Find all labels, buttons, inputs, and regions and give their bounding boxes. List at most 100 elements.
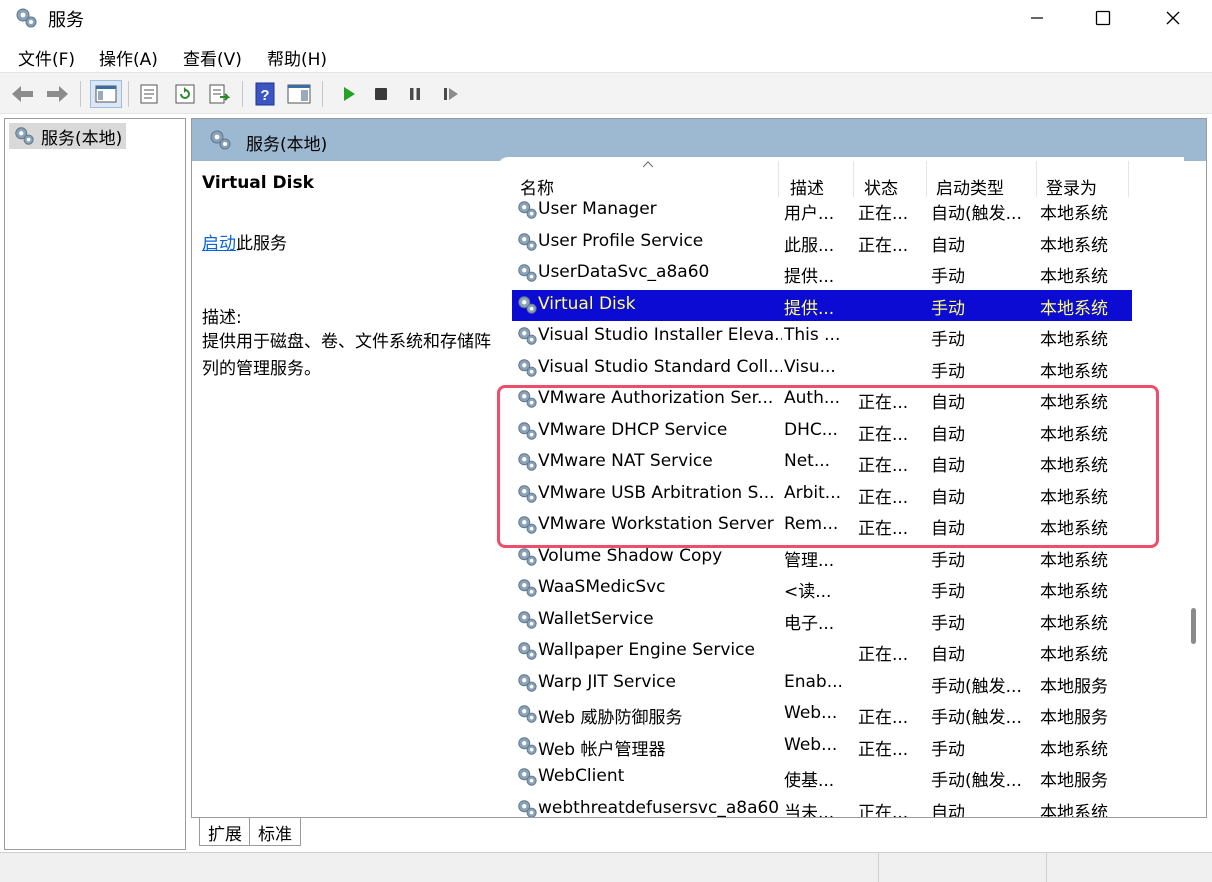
service-logon-as: 本地系统 [1040,235,1108,256]
service-row[interactable]: VMware DHCP Service DHC... 正在... 自动 本地系统 [512,416,1132,447]
status-bar [0,852,1212,882]
services-gear-icon [14,6,38,30]
action-suffix: 此服务 [236,234,287,254]
service-gear-icon [516,577,540,601]
services-list: 名称 描述 状态 启动类型 登录为 User Manager 用户... 正在...… [498,157,1184,817]
menu-file[interactable]: 文件(F) [18,45,75,70]
maximize-button[interactable] [1072,0,1134,36]
service-description: Web... [784,703,838,723]
help-icon[interactable]: ? [252,81,278,107]
service-gear-icon [516,357,540,381]
service-gear-icon [516,325,540,349]
service-description: Rem... [784,514,839,534]
service-row[interactable]: WalletService 电子... 手动 本地系统 [512,605,1132,636]
service-row[interactable]: Web 威胁防御服务 Web... 正在... 手动(触发... 本地服务 [512,699,1132,730]
pause-service-icon[interactable] [402,81,428,107]
pane-title: 服务(本地) [246,135,328,155]
back-icon[interactable] [10,81,36,107]
service-row[interactable]: VMware USB Arbitration S... Arbit... 正在...… [512,479,1132,510]
close-button[interactable] [1142,0,1204,36]
services-pane: 服务(本地) Virtual Disk 启动此服务 描述: 提供用于磁盘、卷、文… [191,118,1207,818]
stop-service-icon[interactable] [368,81,394,107]
start-service-icon[interactable] [336,81,362,107]
service-row[interactable]: VMware Workstation Server Rem... 正在... 自动 本地… [512,510,1132,541]
service-logon-as: 本地服务 [1040,676,1108,697]
tab-extended[interactable]: 扩展 [199,818,250,846]
menu-bar: 文件(F) 操作(A) 查看(V) 帮助(H) [0,40,1212,72]
service-row[interactable]: Volume Shadow Copy 管理... 手动 本地系统 [512,542,1132,573]
title-bar: 服务 [0,0,1212,36]
service-status: 正在... [858,519,909,539]
service-gear-icon [516,514,540,538]
service-logon-as: 本地系统 [1040,424,1108,445]
properties-icon[interactable] [136,81,162,107]
service-startup-type: 自动 [931,645,965,665]
service-logon-as: 本地系统 [1040,393,1108,413]
service-logon-as: 本地系统 [1040,582,1108,602]
service-row[interactable]: WaaSMedicSvc <读... 手动 本地系统 [512,573,1132,604]
service-row[interactable]: Web 帐户管理器 Web... 正在... 手动 本地系统 [512,731,1132,762]
service-name: VMware DHCP Service [538,419,728,440]
service-row[interactable]: WebClient 使基... 手动(触发... 本地服务 [512,762,1132,793]
scrollbar-thumb[interactable] [1191,608,1196,644]
tree-item-services-local[interactable]: 服务(本地) [9,123,127,149]
service-status: 正在... [858,645,909,665]
service-gear-icon [516,420,540,444]
service-description: Net... [784,451,831,471]
service-startup-type: 自动 [931,802,965,818]
service-row[interactable]: VMware NAT Service Net... 正在... 自动 本地系统 [512,447,1132,478]
service-name: User Manager [538,199,657,219]
service-row[interactable]: webthreatdefusersvc_a8a60 当未... 正在... 自动 本地系… [512,794,1132,818]
restart-service-icon[interactable] [438,81,464,107]
service-gear-icon [516,546,540,570]
service-startup-type: 自动 [931,456,965,476]
service-action: 启动此服务 [202,229,287,254]
service-row[interactable]: Virtual Disk 提供... 手动 本地系统 [512,289,1132,321]
start-service-link[interactable]: 启动 [202,234,236,254]
service-gear-icon [516,199,540,223]
service-startup-type: 手动 [931,613,965,634]
service-name: Virtual Disk [538,293,636,314]
window-title: 服务 [48,10,84,31]
service-description: 此服... [784,235,835,256]
service-startup-type: 手动 [931,267,965,287]
service-name: Warp JIT Service [538,671,676,692]
service-gear-icon [516,451,540,475]
service-startup-type: 自动 [931,519,965,539]
menu-action[interactable]: 操作(A) [99,45,158,70]
service-name: VMware NAT Service [538,451,713,471]
forward-icon[interactable] [44,81,70,107]
menu-help[interactable]: 帮助(H) [267,45,327,70]
service-row[interactable]: Visual Studio Standard Coll... Visu... 手动 本… [512,353,1132,384]
description-label: 描述: [202,308,242,328]
service-status: 正在... [858,424,909,445]
service-row[interactable]: UserDataSvc_a8a60 提供... 手动 本地系统 [512,258,1132,289]
tab-standard[interactable]: 标准 [249,818,301,846]
service-row[interactable]: Visual Studio Installer Eleva... This ...… [512,321,1132,352]
service-gear-icon [516,766,540,790]
service-startup-type: 手动 [931,330,965,350]
services-gear-icon [208,128,232,157]
service-row[interactable]: Wallpaper Engine Service 正在... 自动 本地系统 [512,636,1132,667]
show-tree-icon[interactable] [90,80,122,108]
service-status: 正在... [858,235,909,256]
service-startup-type: 手动 [931,550,965,571]
service-logon-as: 本地系统 [1040,361,1108,382]
console-icon[interactable] [286,81,312,107]
service-name: UserDataSvc_a8a60 [538,262,710,282]
service-description: Auth... [784,388,841,408]
vertical-scrollbar[interactable] [1183,162,1203,816]
minimize-button[interactable] [1006,0,1068,36]
service-row[interactable]: Warp JIT Service Enab... 手动(触发... 本地服务 [512,668,1132,699]
refresh-icon[interactable] [172,81,198,107]
pane-header: 服务(本地) [192,119,1206,161]
menu-view[interactable]: 查看(V) [183,45,242,70]
service-row[interactable]: User Profile Service 此服... 正在... 自动 本地系统 [512,227,1132,258]
service-name: Visual Studio Standard Coll... [538,356,782,377]
service-row[interactable]: VMware Authorization Ser... Auth... 正在... 自… [512,384,1132,415]
service-startup-type: 手动(触发... [931,708,1022,728]
service-row[interactable]: User Manager 用户... 正在... 自动(触发... 本地系统 [512,195,1132,226]
export-icon[interactable] [206,81,232,107]
service-detail-panel: Virtual Disk 启动此服务 描述: 提供用于磁盘、卷、文件系统和存储阵… [202,173,498,379]
service-name: Visual Studio Installer Eleva... [538,325,782,345]
